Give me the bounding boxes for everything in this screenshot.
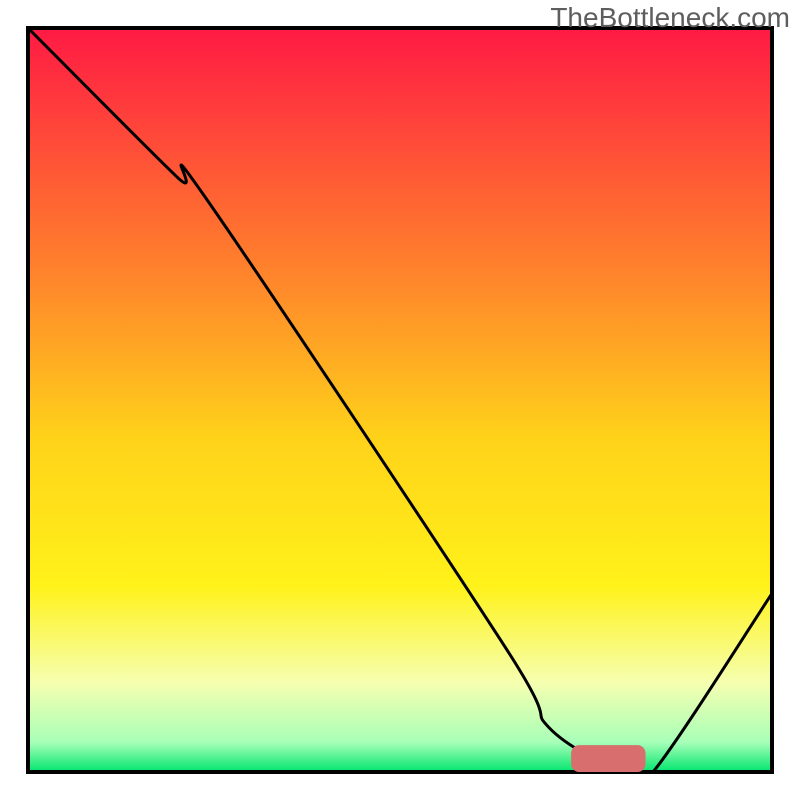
chart-svg bbox=[0, 0, 800, 800]
chart-container: TheBottleneck.com bbox=[0, 0, 800, 800]
optimal-zone-marker bbox=[571, 745, 645, 772]
watermark-text: TheBottleneck.com bbox=[550, 2, 790, 34]
